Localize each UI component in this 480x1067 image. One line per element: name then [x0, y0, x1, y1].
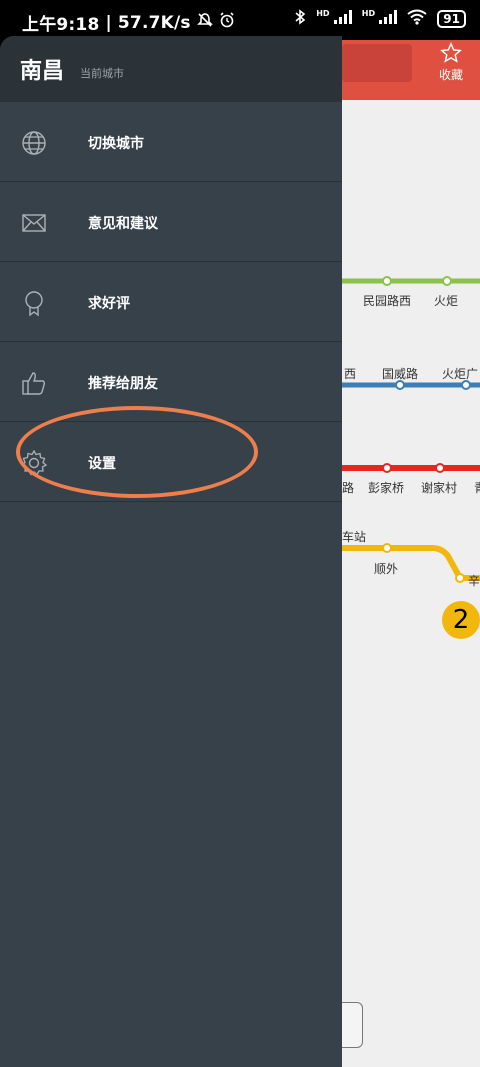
status-bar: 上午9:18 | 57.7K/s HD HD 91: [0, 0, 480, 40]
star-icon: [440, 42, 462, 63]
menu-label: 求好评: [88, 296, 130, 312]
search-bar[interactable]: [342, 44, 412, 82]
wifi-icon: [407, 9, 427, 28]
background-metro-app: 收藏 民园路西 火炬 西 国威路 火炬广 路 彭家桥 谢家村 青 车站 顺外 辛…: [342, 40, 480, 1067]
navigation-drawer: 南昌 当前城市 切换城市 意见和建议 求好评 推荐给朋友 设置: [0, 36, 342, 1067]
station-label: 民园路西: [363, 294, 412, 308]
mute-bell-icon: [196, 12, 213, 33]
hd-label-2: HD: [361, 9, 376, 18]
station-dot: [455, 573, 465, 583]
station-label: 顺外: [374, 562, 399, 576]
station-label: 西: [344, 367, 357, 381]
station-dot: [395, 380, 405, 390]
alarm-icon: [219, 12, 235, 33]
station-dot: [382, 463, 392, 473]
menu-label: 推荐给朋友: [88, 376, 158, 392]
highlight-ring: [16, 406, 258, 498]
station-label: 车站: [342, 530, 367, 544]
station-label: 国威路: [382, 367, 419, 381]
background-header: 收藏: [342, 40, 480, 100]
menu-item-feedback[interactable]: 意见和建议: [0, 182, 342, 262]
line-number-badge: 2: [442, 601, 480, 639]
map-control-button[interactable]: [342, 1002, 363, 1048]
battery-indicator: 91: [437, 9, 466, 28]
status-time: 上午9:18: [22, 15, 100, 35]
favorite-button[interactable]: 收藏: [428, 42, 474, 88]
station-label: 青: [474, 479, 480, 496]
menu-item-switch-city[interactable]: 切换城市: [0, 102, 342, 182]
station-label: 谢家村: [421, 481, 458, 495]
station-label: 火炬广: [442, 367, 479, 381]
menu-item-rate[interactable]: 求好评: [0, 262, 342, 342]
award-icon: [20, 289, 48, 317]
drawer-header: 南昌 当前城市: [0, 36, 342, 102]
station-dot: [461, 380, 471, 390]
station-label: 路: [342, 481, 355, 495]
bluetooth-icon: [294, 9, 306, 28]
station-dot: [442, 276, 452, 286]
signal-icon-1: HD: [316, 10, 352, 27]
favorite-label: 收藏: [438, 68, 463, 82]
current-city-caption: 当前城市: [80, 67, 124, 80]
station-label: 火炬: [434, 294, 459, 308]
globe-icon: [20, 129, 48, 157]
hd-label-1: HD: [316, 9, 330, 18]
menu-label: 意见和建议: [88, 216, 158, 232]
signal-icon-2: HD: [362, 10, 398, 27]
menu-label: 切换城市: [88, 136, 144, 152]
station-label: 彭家桥: [368, 481, 405, 495]
station-label: 辛: [468, 574, 480, 588]
station-dot: [435, 463, 445, 473]
status-left: 上午9:18 | 57.7K/s: [22, 10, 235, 35]
network-speed: 57.7K/s: [117, 12, 191, 33]
current-city-name: 南昌: [20, 59, 65, 84]
station-dot: [382, 543, 392, 553]
mail-icon: [20, 209, 48, 237]
thumbs-up-icon: [20, 369, 48, 397]
status-separator: |: [105, 12, 112, 33]
status-right: HD HD 91: [294, 9, 466, 28]
station-dot: [382, 276, 392, 286]
